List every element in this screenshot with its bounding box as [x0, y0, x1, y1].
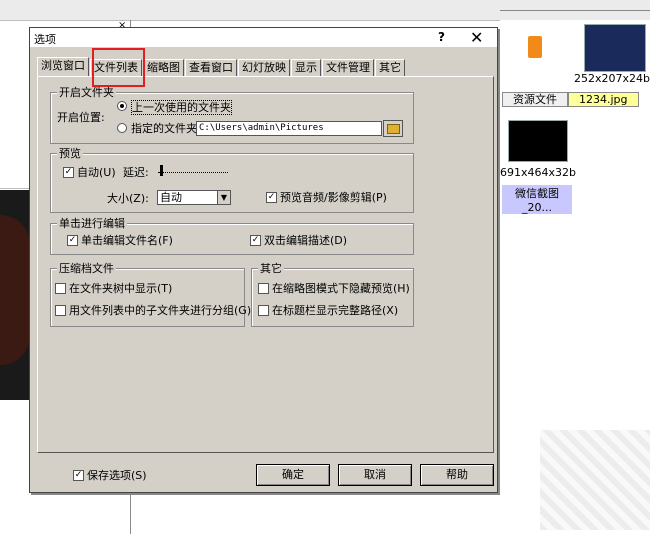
size-label: 大小(Z):	[107, 192, 149, 205]
background-divider	[500, 10, 650, 11]
thumbnail-tab[interactable]: 资源文件	[502, 92, 568, 107]
group-subfolders-checkbox[interactable]	[55, 305, 66, 316]
edit-filename-label: 单击编辑文件名(F)	[81, 234, 173, 247]
dialog-title: 选项	[34, 33, 56, 46]
show-in-tree-label: 在文件夹树中显示(T)	[69, 282, 173, 295]
auto-preview-label: 自动(U)	[77, 166, 116, 179]
size-select-value: 自动	[160, 191, 182, 204]
save-options-label: 保存选项(S)	[87, 469, 147, 482]
watermark	[540, 430, 650, 530]
delay-label: 延迟:	[123, 166, 149, 179]
highlight-box	[92, 48, 145, 87]
tab-other[interactable]: 其它	[375, 59, 405, 76]
group-title: 开启文件夹	[57, 86, 116, 99]
group-subfolders-label: 用文件列表中的子文件夹进行分组(G)	[69, 304, 252, 317]
ok-button[interactable]: 确定	[256, 464, 330, 486]
specified-folder-radio[interactable]	[117, 123, 127, 133]
edit-description-label: 双击编辑描述(D)	[264, 234, 348, 247]
tab-browse-window[interactable]: 浏览窗口	[37, 57, 89, 77]
other-group: 其它 在缩略图模式下隐藏预览(H) 在标题栏显示完整路径(X)	[251, 262, 414, 327]
preview-audio-checkbox[interactable]: ✓	[266, 192, 277, 203]
edit-filename-checkbox[interactable]: ✓	[67, 235, 78, 246]
open-location-label: 开启位置:	[57, 111, 105, 124]
show-in-tree-checkbox[interactable]	[55, 283, 66, 294]
cancel-button[interactable]: 取消	[338, 464, 412, 486]
options-dialog: 选项 ? ✕ 浏览窗口 文件列表 缩略图 查看窗口 幻灯放映 显示 文件管理 其…	[29, 27, 498, 493]
click-edit-group: 单击进行编辑 ✓ 单击编辑文件名(F) ✓ 双击编辑描述(D)	[50, 217, 414, 255]
preview-group: 预览 ✓ 自动(U) 延迟: 大小(Z): 自动 ▼ ✓ 预览音频/影像剪辑(P)	[50, 147, 414, 213]
full-path-checkbox[interactable]	[258, 305, 269, 316]
last-folder-label: 上一次使用的文件夹	[131, 100, 232, 115]
last-folder-radio[interactable]	[117, 101, 127, 111]
preview-audio-label: 预览音频/影像剪辑(P)	[280, 191, 387, 204]
size-select[interactable]: 自动 ▼	[157, 190, 231, 205]
tab-thumbnails[interactable]: 缩略图	[143, 59, 184, 76]
archive-group: 压缩档文件 在文件夹树中显示(T) 用文件列表中的子文件夹进行分组(G)	[50, 262, 251, 327]
tab-slideshow[interactable]: 幻灯放映	[238, 59, 290, 76]
thumbnail-tab[interactable]: 1234.jpg	[568, 92, 639, 107]
slider-track	[158, 170, 228, 173]
tab-file-management[interactable]: 文件管理	[322, 59, 374, 76]
hide-preview-checkbox[interactable]	[258, 283, 269, 294]
group-title: 单击进行编辑	[57, 217, 127, 230]
save-options-checkbox[interactable]: ✓	[73, 470, 84, 481]
chevron-down-icon[interactable]: ▼	[217, 191, 230, 204]
folder-path-input[interactable]: C:\Users\admin\Pictures	[196, 121, 382, 136]
thumbnail-filename[interactable]: 微信截图_20...	[502, 185, 572, 214]
specified-folder-label: 指定的文件夹:	[131, 122, 201, 135]
folder-icon[interactable]	[528, 36, 542, 58]
full-path-label: 在标题栏显示完整路径(X)	[272, 304, 399, 317]
folder-icon	[387, 124, 400, 134]
dialog-titlebar: 选项 ? ✕	[30, 28, 497, 47]
tab-display[interactable]: 显示	[291, 59, 321, 76]
help-button[interactable]: 帮助	[420, 464, 494, 486]
thumbnail-label: 252x207x24b	[574, 72, 650, 85]
group-title: 其它	[258, 262, 284, 275]
edit-description-checkbox[interactable]: ✓	[250, 235, 261, 246]
thumbnail-image[interactable]	[584, 24, 646, 72]
help-icon[interactable]: ?	[438, 30, 445, 44]
thumbnail-tabs: 资源文件 1234.jpg	[502, 92, 639, 107]
browse-folder-button[interactable]	[383, 120, 403, 137]
tab-panel: 开启文件夹 开启位置: 上一次使用的文件夹 指定的文件夹: C:\Users\a…	[37, 76, 494, 453]
auto-preview-checkbox[interactable]: ✓	[63, 167, 74, 178]
delay-slider[interactable]	[158, 165, 228, 177]
thumbnail-label: 691x464x32b	[500, 166, 576, 179]
close-icon[interactable]: ✕	[470, 28, 483, 47]
open-folder-group: 开启文件夹 开启位置: 上一次使用的文件夹 指定的文件夹: C:\Users\a…	[50, 86, 414, 144]
group-title: 压缩档文件	[57, 262, 116, 275]
tab-view-window[interactable]: 查看窗口	[185, 59, 237, 76]
hide-preview-label: 在缩略图模式下隐藏预览(H)	[272, 282, 410, 295]
background-divider	[0, 188, 30, 189]
group-title: 预览	[57, 147, 83, 160]
slider-thumb[interactable]	[160, 165, 163, 176]
background-preview-image	[0, 190, 30, 400]
thumbnail-image[interactable]	[508, 120, 568, 162]
